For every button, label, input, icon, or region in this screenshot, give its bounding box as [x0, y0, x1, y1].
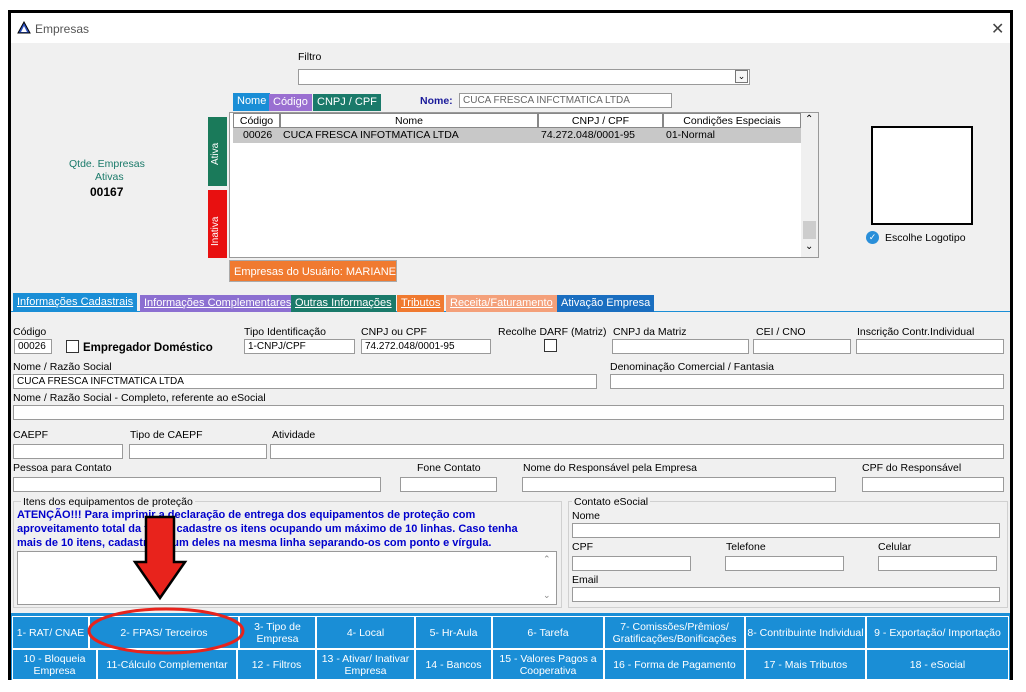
red-arrow-icon [132, 515, 188, 601]
annotation-overlay [87, 515, 245, 655]
highlight-ellipse [87, 607, 245, 655]
